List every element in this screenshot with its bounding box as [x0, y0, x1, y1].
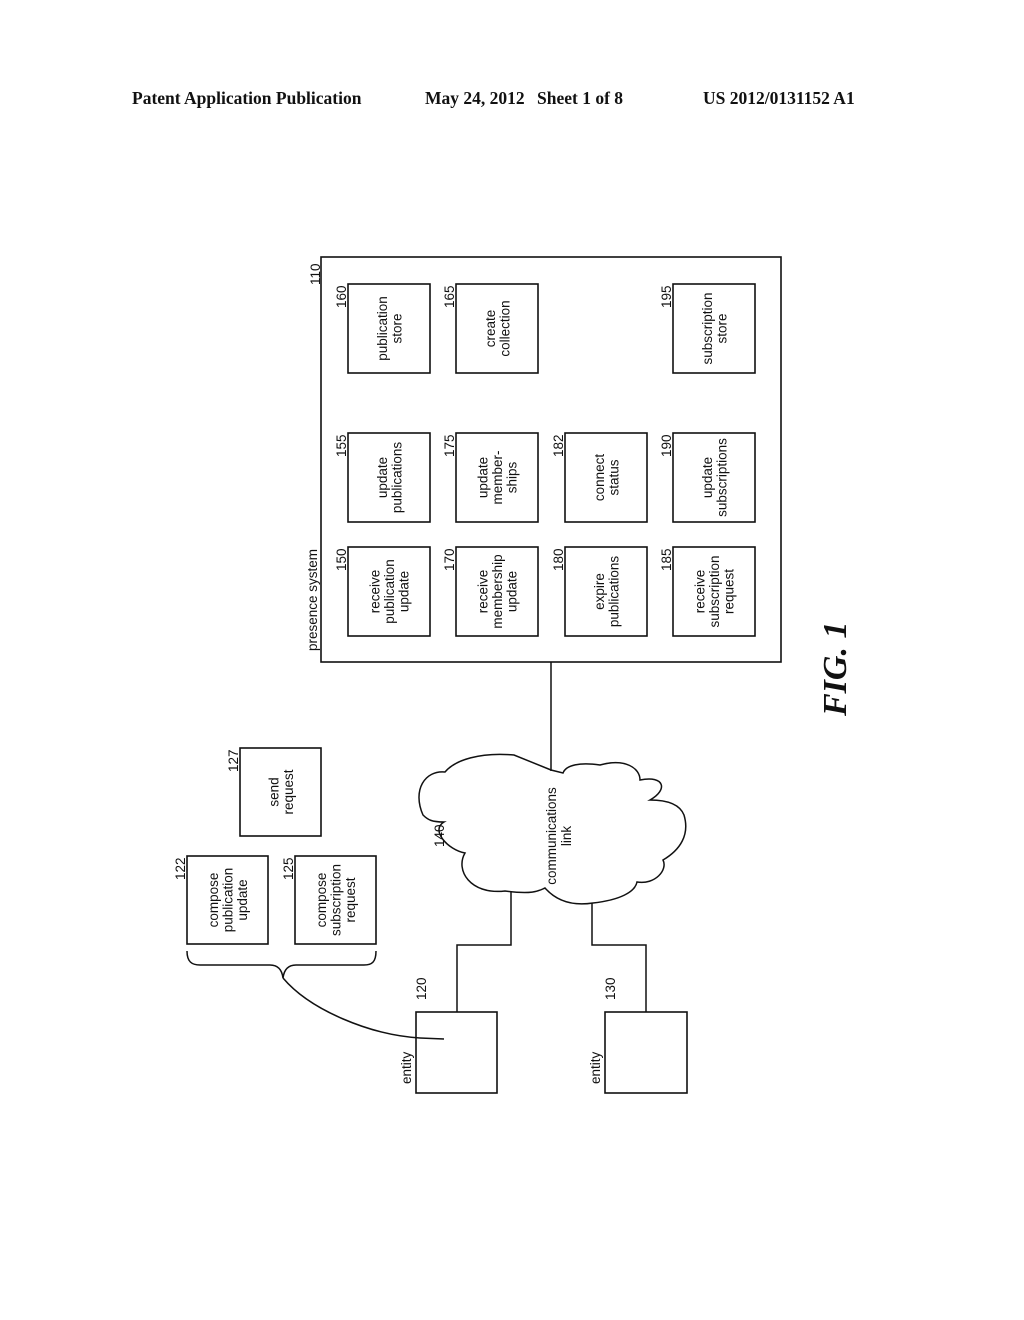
component-185: 185 receive subscription request: [659, 546, 756, 637]
component-165-label-line: create: [483, 310, 498, 348]
component-155-label-line: publications: [389, 442, 404, 514]
action-122: 122 compose publication update: [173, 855, 269, 945]
component-175-label-line: update: [476, 457, 491, 498]
entity-120-label: entity: [399, 1051, 414, 1084]
component-170: 170 receive membership update: [442, 546, 539, 637]
component-170-label-line: update: [505, 571, 520, 612]
component-170-label-line: receive: [476, 570, 491, 614]
component-195: 195 subscription store: [659, 283, 756, 374]
presence-system: 110 presence system 160 publication store1…: [305, 256, 782, 663]
communications-link-line-1: communications: [544, 787, 559, 885]
component-182: 182 connect status: [551, 432, 648, 523]
component-180-label-line: publications: [606, 556, 621, 628]
component-170-label-line: membership: [490, 554, 505, 628]
component-175-ref: 175: [442, 434, 457, 457]
component-195-label-line: store: [714, 313, 729, 343]
action-127-label-line: send: [266, 777, 281, 806]
component-185-label-line: receive: [693, 570, 708, 614]
component-160-label-line: store: [389, 313, 404, 343]
cloud-to-entity-120-link: [456, 891, 512, 1012]
component-175: 175 update member-ships: [442, 432, 539, 523]
action-122-ref: 122: [173, 857, 188, 880]
presence-system-ref: 110: [308, 263, 323, 285]
action-122-label-line: publication: [221, 868, 236, 933]
action-122-label-line: compose: [206, 873, 221, 928]
component-155-label-line: update: [375, 457, 390, 498]
action-122-label-line: update: [235, 879, 250, 920]
component-170-ref: 170: [442, 548, 457, 571]
component-160: 160 publication store: [334, 283, 431, 374]
component-182-label-line: status: [606, 459, 621, 495]
component-190: 190 update subscriptions: [659, 432, 756, 523]
communications-link-ref: 140: [432, 824, 447, 847]
action-127-ref: 127: [226, 749, 241, 772]
figure-label: FIG. 1: [817, 622, 854, 717]
component-185-label-line: subscription: [707, 555, 722, 627]
cloud-to-entity-130-link: [591, 903, 647, 1012]
action-125-label-line: request: [343, 877, 358, 922]
component-182-label-line: connect: [592, 454, 607, 502]
component-182-ref: 182: [551, 434, 566, 457]
action-127: 127 send request: [226, 747, 322, 837]
component-195-label-line: subscription: [700, 292, 715, 364]
component-185-label-line: request: [722, 569, 737, 614]
entity-120-box: [415, 1011, 498, 1094]
action-125-label-line: subscription: [329, 864, 344, 936]
entity-120: 120 entity: [399, 977, 498, 1094]
entity-actions: 122compose publication update125compose sub…: [173, 747, 377, 945]
component-150-label-line: update: [397, 571, 412, 612]
actions-brace: [186, 950, 377, 979]
component-150-ref: 150: [334, 548, 349, 571]
component-150-label-line: publication: [382, 559, 397, 624]
component-165: 165 create collection: [442, 283, 539, 374]
component-160-label-line: publication: [375, 296, 390, 361]
component-155-ref: 155: [334, 434, 349, 457]
action-125-label-line: compose: [314, 873, 329, 928]
entity-130-label: entity: [588, 1051, 603, 1084]
component-160-ref: 160: [334, 285, 349, 308]
component-150: 150 receive publication update: [334, 546, 431, 637]
action-127-label-line: request: [281, 769, 296, 814]
component-190-label-line: update: [700, 457, 715, 498]
component-190-label-line: subscriptions: [714, 438, 729, 517]
component-185-ref: 185: [659, 548, 674, 571]
component-180-ref: 180: [551, 548, 566, 571]
component-180: 180 expire publications: [551, 546, 648, 637]
system-diagram: 110 presence system 160 publication store1…: [173, 256, 854, 1094]
communications-link-cloud: 140 communications link: [418, 753, 687, 905]
component-165-label-line: collection: [497, 300, 512, 356]
presence-system-label: presence system: [305, 549, 320, 651]
component-150-label-line: receive: [368, 570, 383, 614]
entity-130-box: [604, 1011, 688, 1094]
component-175-label-line: ships: [505, 461, 520, 493]
entity-120-ref: 120: [414, 977, 429, 1000]
component-155: 155 update publications: [334, 432, 431, 523]
component-190-ref: 190: [659, 434, 674, 457]
component-195-ref: 195: [659, 285, 674, 308]
action-125: 125 compose subscription request: [281, 855, 377, 945]
entity-130-ref: 130: [603, 977, 618, 1000]
component-175-label-line: member-: [490, 450, 505, 504]
action-125-ref: 125: [281, 857, 296, 880]
entity-130: 130 entity: [588, 977, 688, 1094]
component-165-ref: 165: [442, 285, 457, 308]
communications-link-line-2: link: [559, 826, 574, 847]
component-180-label-line: expire: [592, 573, 607, 610]
